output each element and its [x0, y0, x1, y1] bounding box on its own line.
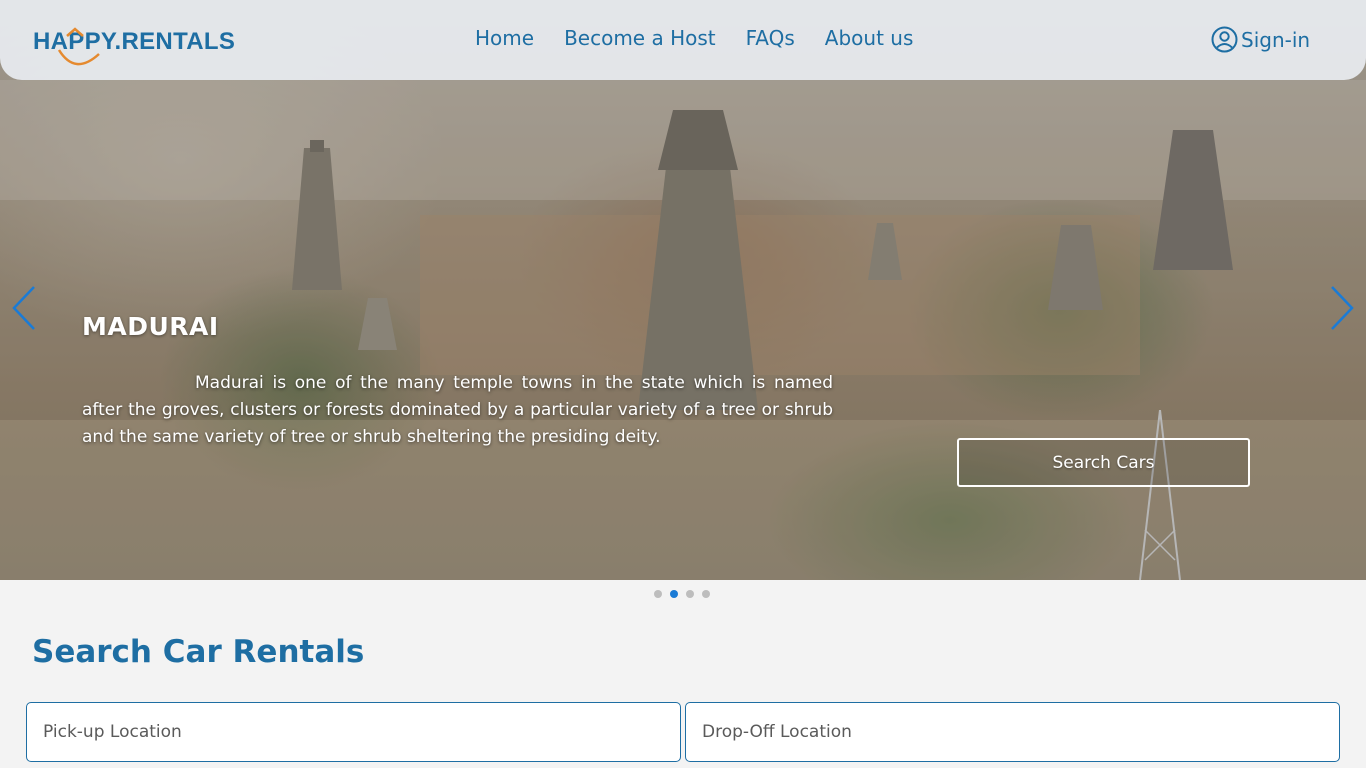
hero-city-description: Madurai is one of the many temple towns …	[82, 373, 833, 447]
carousel-dot[interactable]	[654, 590, 662, 598]
user-circle-icon	[1211, 26, 1238, 53]
hero-banner	[0, 0, 1366, 580]
nav-about-us[interactable]: About us	[825, 26, 914, 50]
nav-home[interactable]: Home	[475, 26, 534, 50]
carousel-dot[interactable]	[686, 590, 694, 598]
nav-faqs[interactable]: FAQs	[746, 26, 795, 50]
dropoff-location-input[interactable]	[685, 702, 1340, 762]
pickup-location-input[interactable]	[26, 702, 681, 762]
main-nav: Home Become a Host FAQs About us	[475, 26, 913, 50]
carousel-dot-active[interactable]	[670, 590, 678, 598]
logo-house-icon	[57, 27, 100, 66]
chevron-left-icon	[12, 286, 35, 330]
carousel-next-button[interactable]	[1328, 285, 1356, 335]
nav-become-a-host[interactable]: Become a Host	[564, 26, 716, 50]
hero-city-title: MADURAI	[82, 312, 219, 341]
signin-label: Sign-in	[1241, 27, 1311, 52]
signin-button[interactable]: Sign-in	[1211, 26, 1310, 53]
chevron-right-icon	[1331, 286, 1354, 330]
carousel-prev-button[interactable]	[10, 285, 38, 335]
carousel-indicators	[654, 590, 710, 598]
search-section-title: Search Car Rentals	[32, 634, 365, 670]
brand-logo[interactable]: HAPPY.RENTALS	[33, 22, 235, 66]
navbar: HAPPY.RENTALS Home Become a Host FAQs Ab…	[0, 0, 1366, 80]
search-cars-button[interactable]: Search Cars	[957, 438, 1250, 487]
carousel-dot[interactable]	[702, 590, 710, 598]
